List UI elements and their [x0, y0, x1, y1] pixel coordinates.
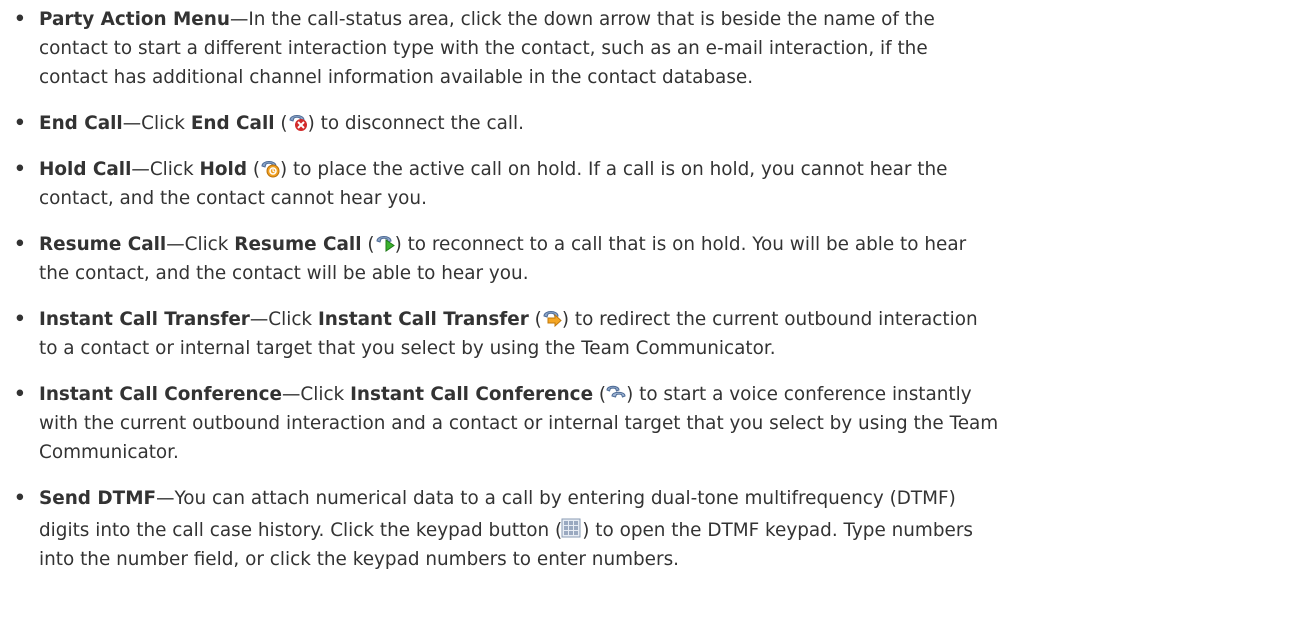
bullet: •	[14, 159, 26, 180]
text-lead: In the call-status area, click the down …	[248, 9, 935, 30]
bullet: •	[14, 234, 26, 255]
instant-call-conference-icon	[605, 382, 627, 403]
button-name-instant-call-conference: Instant Call Conference	[350, 384, 594, 405]
dash-click: —Click	[249, 309, 318, 330]
term-instant-call-transfer: Instant Call Transfer	[39, 309, 250, 330]
list-item-instant-call-conference: • Instant Call Conference—Click Instant …	[14, 380, 1306, 467]
term-resume-call: Resume Call	[39, 234, 167, 255]
instant-call-transfer-icon	[541, 307, 563, 328]
button-name-instant-call-transfer: Instant Call Transfer	[317, 309, 529, 330]
list-item-party-action-menu: • Party Action Menu—In the call-status a…	[14, 5, 1306, 92]
list-item-end-call: • End Call—Click End Call ( ) to disconn…	[14, 109, 1306, 138]
term-instant-call-conference: Instant Call Conference	[39, 384, 282, 405]
dash-click: —Click	[166, 234, 235, 255]
bullet: •	[14, 9, 26, 30]
dash-click: —Click	[122, 113, 191, 134]
bullet: •	[14, 309, 26, 330]
text-line: contact, and the contact cannot hear you…	[39, 188, 427, 209]
call-actions-list: • Party Action Menu—In the call-status a…	[14, 5, 1306, 591]
text-line: with the current outbound interaction an…	[39, 413, 999, 434]
document-body: • Party Action Menu—In the call-status a…	[0, 0, 1309, 628]
text-line: contact to start a different interaction…	[39, 38, 928, 59]
button-name-end-call: End Call	[190, 113, 275, 134]
term-hold-call: Hold Call	[39, 159, 132, 180]
end-call-icon	[287, 111, 309, 132]
text-lead: You can attach numerical data to a call …	[174, 488, 956, 509]
dash: —	[156, 488, 175, 509]
hold-call-icon	[259, 157, 281, 178]
bullet: •	[14, 113, 26, 134]
text-after-icon: ) to disconnect the call.	[307, 113, 524, 134]
bullet: •	[14, 488, 26, 509]
text-line: contact has additional channel informati…	[39, 67, 754, 88]
button-name-resume-call: Resume Call	[234, 234, 362, 255]
resume-call-icon	[374, 232, 396, 253]
dash: —	[229, 9, 249, 30]
text-line: into the number field, or click the keyp…	[39, 549, 679, 570]
list-item-hold-call: • Hold Call—Click Hold ( ) to place the …	[14, 155, 1306, 213]
text-after-icon: ) to reconnect to a call that is on hold…	[394, 234, 967, 255]
text-after-icon: ) to start a voice conference instantly	[626, 384, 972, 405]
text-line: to a contact or internal target that you…	[39, 338, 776, 359]
text-line: Communicator.	[39, 442, 179, 463]
text-line: the contact, and the contact will be abl…	[39, 263, 529, 284]
list-item-instant-call-transfer: • Instant Call Transfer—Click Instant Ca…	[14, 305, 1306, 363]
bullet: •	[14, 384, 26, 405]
list-item-send-dtmf: • Send DTMF—You can attach numerical dat…	[14, 484, 1306, 574]
text-line: digits into the call case history. Click…	[39, 520, 563, 541]
text-after-icon: ) to redirect the current outbound inter…	[561, 309, 978, 330]
term-end-call: End Call	[39, 113, 123, 134]
term-party-action-menu: Party Action Menu	[39, 9, 230, 30]
text-after-icon: ) to place the active call on hold. If a…	[280, 159, 948, 180]
term-send-dtmf: Send DTMF	[39, 488, 157, 509]
list-item-resume-call: • Resume Call—Click Resume Call ( ) to r…	[14, 230, 1306, 288]
dash-click: —Click	[131, 159, 200, 180]
text-after-icon: ) to open the DTMF keypad. Type numbers	[582, 520, 973, 541]
dash-click: —Click	[282, 384, 351, 405]
button-name-hold: Hold	[199, 159, 247, 180]
keypad-icon	[561, 518, 583, 539]
